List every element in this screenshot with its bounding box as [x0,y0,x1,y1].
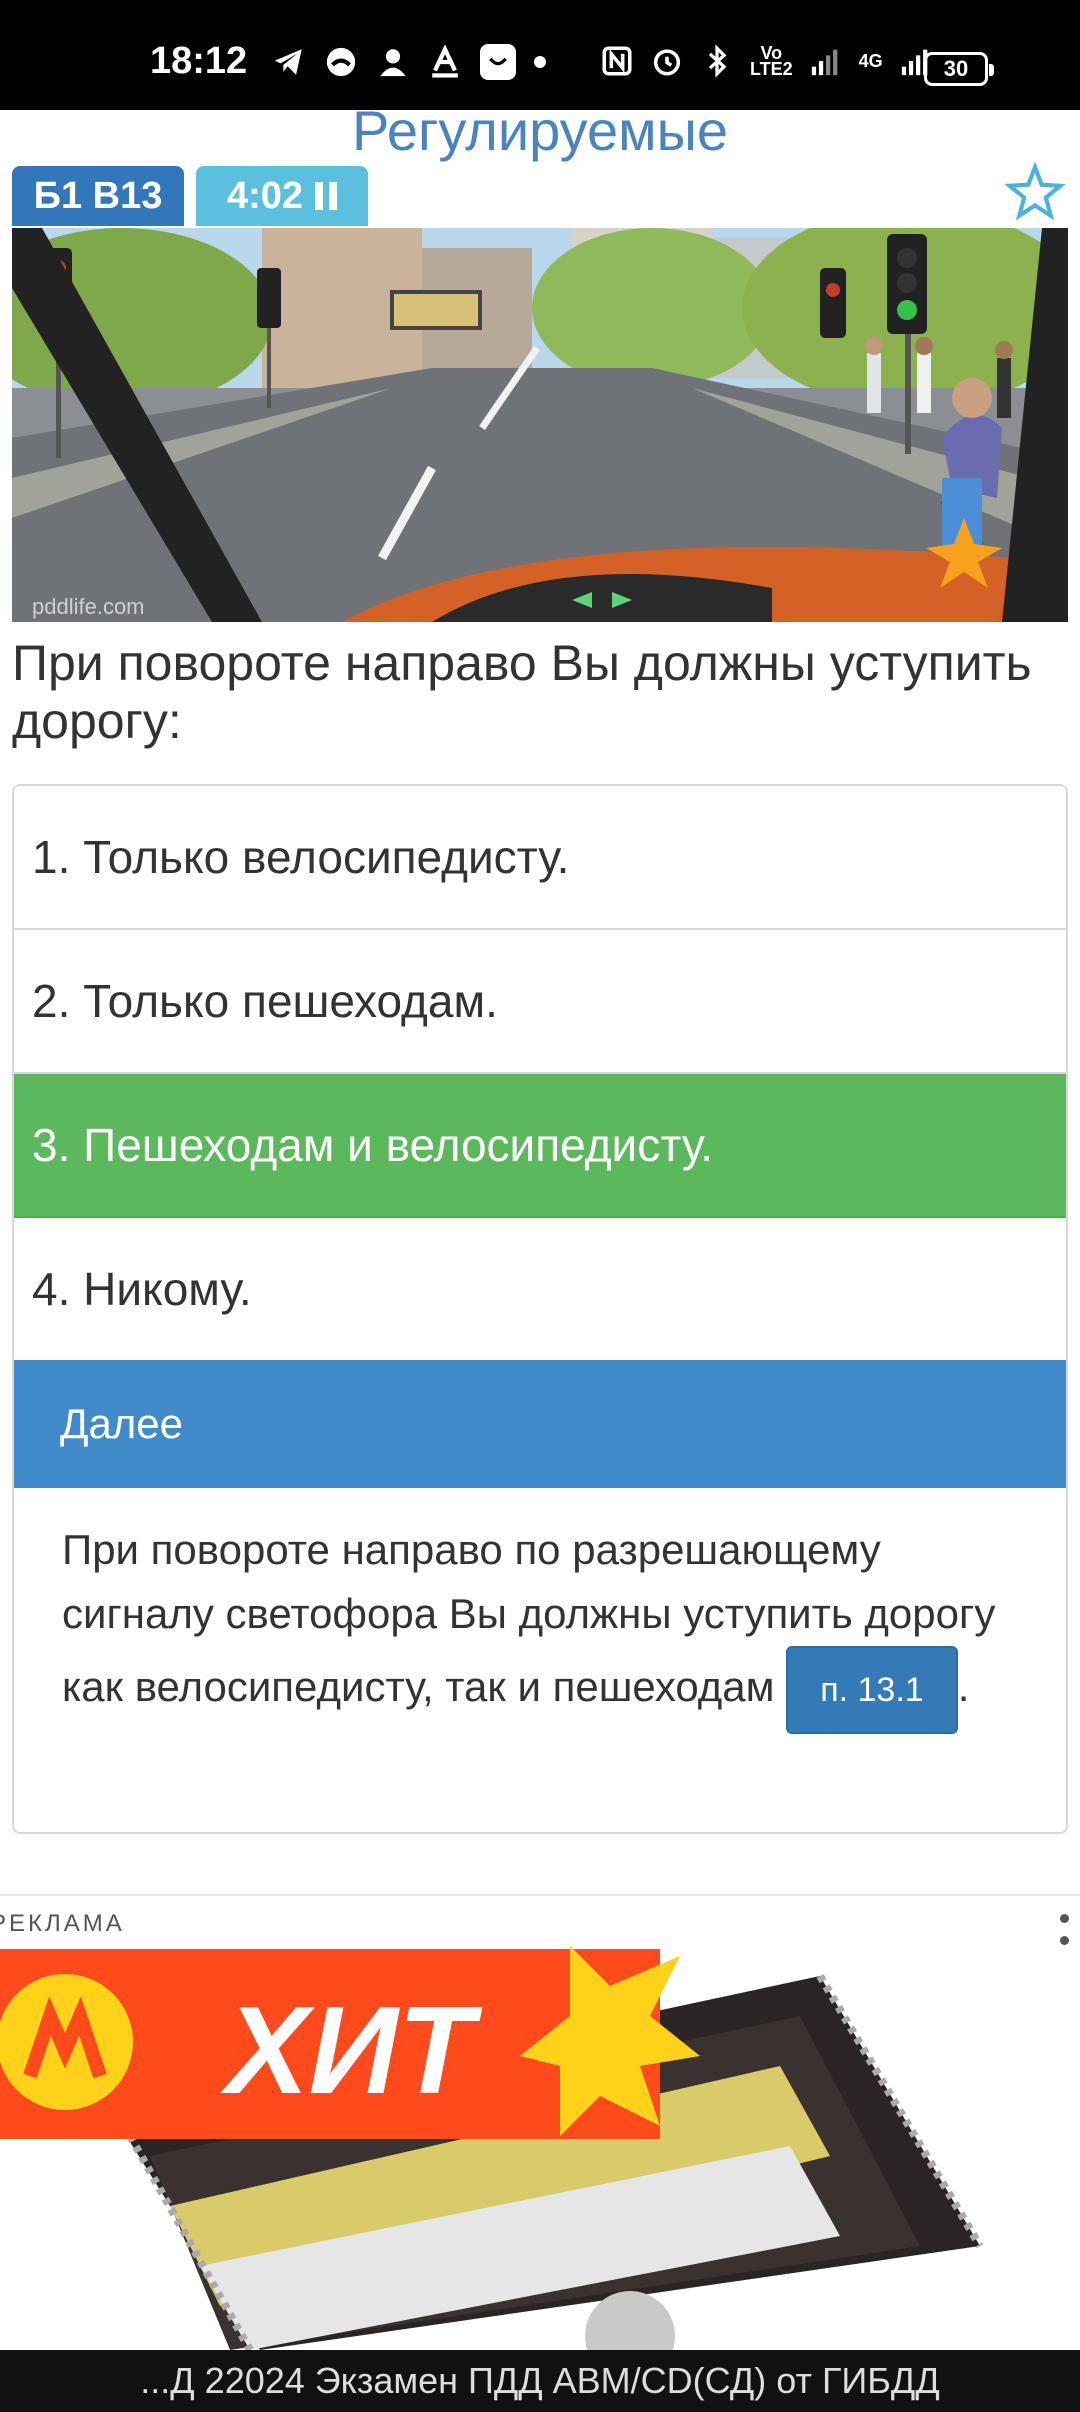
network-type: 4G [858,51,883,71]
question-text: При повороте направо Вы должны уступить … [12,635,1032,749]
ad-caption: ...Д 22024 Экзамен ПДД ABM/CD(СД) от ГИБ… [0,2350,1080,2412]
nfc-icon [600,44,634,78]
bluetooth-icon [700,44,734,78]
timer-value: 4:02 [226,174,304,217]
ad-banner[interactable] [0,1946,1080,2350]
ticket-badge: Б1 В13 [12,166,184,226]
question-image: pddlife.com [12,228,1068,622]
next-button[interactable]: Далее [14,1360,1066,1488]
pause-icon [315,182,338,210]
ad-hit-text: ХИТ [226,1982,474,2120]
status-time: 18:12 [150,40,248,82]
system-icons: Vo LTE2 4G [600,44,933,78]
ad-label: РЕКЛАМА [0,1910,125,1937]
telegram-icon [272,45,306,79]
explanation: При повороте направо по разрешающему сиг… [62,1518,1022,1734]
ad-banner-image [0,1946,1080,2350]
battery-indicator: 30 [924,52,994,86]
message-icon [324,45,358,79]
image-watermark: pddlife.com [32,594,145,619]
app-icon [480,44,516,80]
answer-option-4[interactable]: 4. Никому. [14,1218,1066,1362]
person-icon [376,45,410,79]
explanation-suffix: . [957,1663,970,1711]
topic-title: Регулируемые [351,99,729,162]
notification-icons [272,44,546,80]
answer-option-2[interactable]: 2. Только пешеходам. [14,930,1066,1074]
answer-option-3[interactable]: 3. Пешеходам и велосипедисту. [14,1074,1066,1218]
signal-icon [809,44,843,78]
ad-divider [0,1894,1080,1896]
volte-label: Vo LTE2 [750,43,793,79]
more-notifications-dot [534,56,546,68]
status-bar: 18:12 Vo LTE2 4G 30 [0,0,1080,110]
text-a-icon [428,45,462,79]
answers-panel: 1. Только велосипедисту. 2. Только пешех… [12,784,1068,1834]
app-screen: 18:12 Vo LTE2 4G 30 Регулируемые Б1 В13 … [0,0,1080,2412]
favorite-star-icon[interactable] [1004,162,1066,224]
timer-badge[interactable]: 4:02 [196,166,368,226]
answer-option-1[interactable]: 1. Только велосипедисту. [14,786,1066,930]
alarm-icon [650,44,684,78]
rule-reference-button[interactable]: п. 13.1 [786,1646,958,1734]
intersection-scene: pddlife.com [12,228,1068,622]
